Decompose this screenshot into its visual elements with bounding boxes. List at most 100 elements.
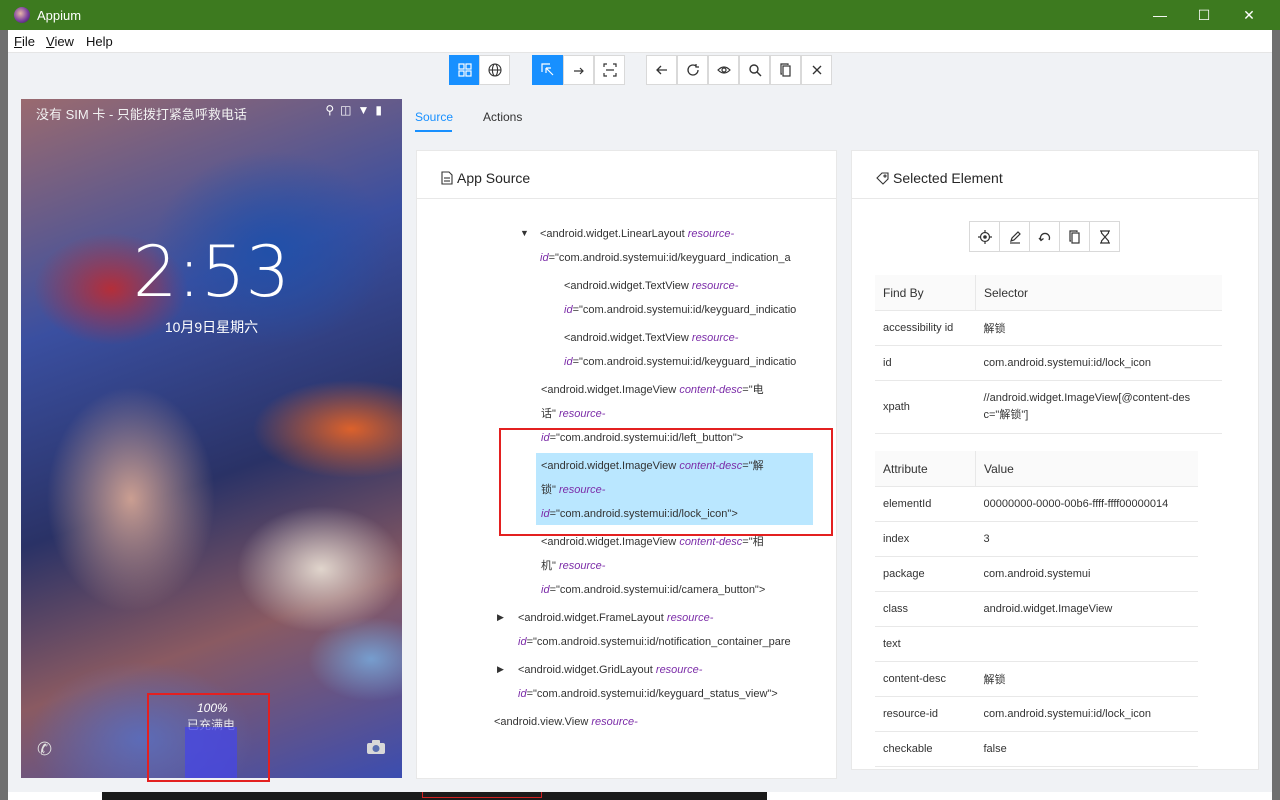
table-row: package com.android.systemui	[875, 556, 1198, 592]
swipe-arrow-icon	[573, 67, 584, 75]
device-screenshot[interactable]: 没有 SIM 卡 - 只能拨打紧急呼救电话 ⚲◫▼▮ 2:53 10月9日星期六…	[21, 99, 402, 778]
copy-xml-button[interactable]	[770, 55, 801, 85]
tree-node[interactable]: <android.view.View resource-	[494, 710, 814, 734]
menu-bar: File View Help	[8, 30, 1272, 53]
swipe-button[interactable]	[563, 55, 594, 85]
find-by-table: Find By Selector accessibility id 解锁 id …	[875, 275, 1222, 434]
tree-node[interactable]: <android.widget.FrameLayout resource-	[518, 606, 814, 630]
tree-node-line[interactable]: 机" resource-	[541, 554, 813, 578]
native-mode-button[interactable]	[449, 55, 480, 85]
crosshair-icon	[977, 229, 992, 244]
send-keys-button[interactable]	[999, 221, 1030, 252]
selected-element-title: Selected Element	[876, 170, 1003, 186]
tree-node-line[interactable]: id="com.android.systemui:id/notification…	[518, 630, 814, 654]
refresh-button[interactable]	[677, 55, 708, 85]
tree-node-line[interactable]: id="com.android.systemui:id/keyguard_ind…	[540, 246, 815, 270]
show-hide-attributes-button[interactable]	[708, 55, 739, 85]
select-elements-button[interactable]	[532, 55, 563, 85]
camera-icon[interactable]	[366, 739, 386, 760]
table-row: resource-id com.android.systemui:id/lock_…	[875, 696, 1198, 732]
refresh-icon	[686, 64, 699, 76]
table-row: checkable false	[875, 731, 1198, 767]
attribute-table: Attribute Value elementId 00000000-0000-0…	[875, 451, 1198, 767]
select-cursor-icon	[540, 63, 553, 76]
menu-help[interactable]: Help	[86, 34, 113, 49]
table-row: accessibility id 解锁	[875, 310, 1222, 346]
phone-icon[interactable]: ✆	[37, 739, 52, 760]
device-status-text: 没有 SIM 卡 - 只能拨打紧急呼救电话	[36, 107, 247, 122]
menu-file[interactable]: File	[14, 34, 35, 49]
device-selection-box	[147, 693, 270, 782]
taskbar-marker	[422, 792, 542, 798]
appium-logo-icon	[14, 7, 30, 23]
tree-node-line[interactable]: id="com.android.systemui:id/keyguard_ind…	[564, 350, 814, 374]
scan-icon	[602, 63, 617, 77]
collapse-caret-icon[interactable]: ▶	[497, 612, 504, 623]
selected-element-header: Selected Element	[852, 151, 1258, 199]
source-selection-box	[499, 428, 833, 536]
table-row: text	[875, 626, 1198, 662]
app-source-header: App Source	[417, 151, 836, 199]
minimize-button[interactable]: —	[1137, 0, 1183, 30]
copy-icon	[1068, 229, 1080, 244]
window-title: Appium	[37, 8, 82, 23]
table-row: index 3	[875, 521, 1198, 557]
device-date: 10月9日星期六	[164, 319, 259, 335]
tree-node[interactable]: <android.widget.TextView resource-	[564, 274, 814, 298]
xpath-value[interactable]: //android.widget.ImageView[@content-des c…	[975, 380, 1222, 434]
expand-caret-icon[interactable]: ▼	[520, 228, 529, 238]
tree-node[interactable]: <android.widget.GridLayout resource-	[518, 658, 814, 682]
device-clock: 2:53	[132, 231, 291, 313]
collapse-caret-icon[interactable]: ▶	[497, 664, 504, 675]
tree-node[interactable]: <android.widget.ImageView content-desc="…	[541, 530, 813, 554]
close-window-button[interactable]: ✕	[1226, 0, 1272, 30]
hourglass-icon	[1099, 229, 1110, 244]
file-icon	[441, 171, 453, 185]
tag-icon	[876, 172, 889, 185]
table-row: xpath //android.widget.ImageView[@conten…	[875, 380, 1222, 434]
tree-node[interactable]: <android.widget.LinearLayout resource-	[540, 222, 815, 246]
device-status-icons: ⚲◫▼▮	[325, 103, 388, 117]
copy-icon	[779, 63, 791, 77]
close-icon	[812, 65, 821, 75]
tab-ink-bar	[415, 130, 452, 132]
tab-actions[interactable]: Actions	[483, 110, 522, 124]
eye-icon	[716, 66, 731, 74]
find-by-header: Find By	[875, 275, 976, 311]
tree-node-line[interactable]: id="com.android.systemui:id/camera_butto…	[541, 578, 813, 602]
tab-source[interactable]: Source	[415, 110, 453, 124]
app-source-title: App Source	[441, 170, 530, 186]
element-actions	[969, 221, 1120, 252]
menu-view[interactable]: View	[46, 34, 74, 49]
quit-session-button[interactable]	[801, 55, 832, 85]
back-button[interactable]	[646, 55, 677, 85]
get-timing-button[interactable]	[1089, 221, 1120, 252]
selector-header: Selector	[975, 275, 1222, 311]
search-icon	[748, 64, 761, 77]
window-frame-right	[1272, 30, 1280, 800]
tree-node[interactable]: <android.widget.TextView resource-	[564, 326, 814, 350]
search-element-button[interactable]	[739, 55, 770, 85]
table-row: content-desc 解锁	[875, 661, 1198, 697]
taskbar-strip	[102, 792, 767, 800]
attribute-header: Attribute	[875, 451, 976, 487]
clear-button[interactable]	[1029, 221, 1060, 252]
globe-icon	[487, 63, 502, 77]
undo-icon	[1037, 232, 1050, 241]
copy-attributes-button[interactable]	[1059, 221, 1090, 252]
title-bar: Appium — ☐ ✕	[0, 0, 1280, 30]
edit-icon	[1009, 230, 1021, 244]
tree-node[interactable]: <android.widget.ImageView content-desc="…	[541, 378, 813, 402]
tree-node-line[interactable]: id="com.android.systemui:id/keyguard_sta…	[518, 682, 814, 706]
table-row: class android.widget.ImageView	[875, 591, 1198, 627]
web-mode-button[interactable]	[479, 55, 510, 85]
value-header: Value	[975, 451, 1198, 487]
table-row: id com.android.systemui:id/lock_icon	[875, 345, 1222, 381]
window-frame-left	[0, 30, 8, 800]
tree-node-line[interactable]: id="com.android.systemui:id/keyguard_ind…	[564, 298, 814, 322]
tree-node-line[interactable]: 话" resource-	[541, 402, 813, 426]
maximize-button[interactable]: ☐	[1181, 0, 1227, 30]
tap-element-button[interactable]	[969, 221, 1000, 252]
grid-icon	[457, 63, 472, 77]
tap-coordinates-button[interactable]	[594, 55, 625, 85]
